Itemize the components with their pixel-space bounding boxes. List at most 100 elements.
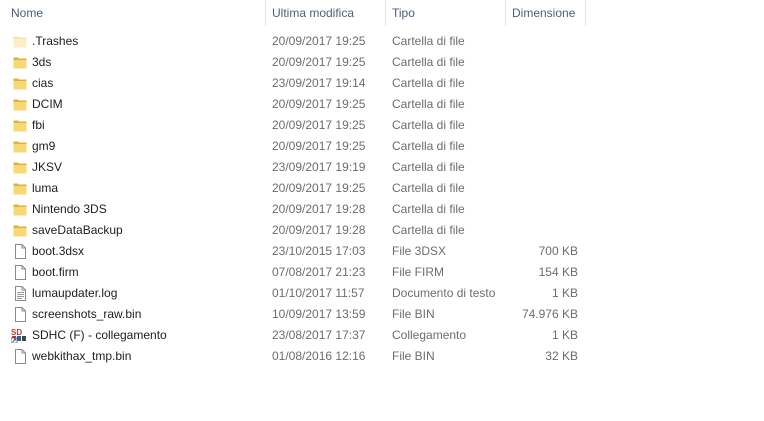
file-row[interactable]: DCIM 20/09/2017 19:25 Cartella di file — [0, 94, 586, 115]
file-size — [505, 157, 578, 178]
file-type: Collegamento — [392, 328, 467, 342]
file-modified-date: 20/09/2017 19:28 — [272, 202, 366, 216]
folder-icon — [13, 202, 27, 217]
file-name: fbi — [32, 118, 45, 132]
folder-light-icon — [13, 34, 27, 49]
file-name: cias — [32, 76, 54, 90]
file-type: Cartella di file — [392, 97, 465, 111]
file-modified-date: 23/09/2017 19:14 — [272, 76, 366, 90]
file-type: Cartella di file — [392, 34, 465, 48]
file-size — [505, 31, 578, 52]
file-modified-date: 23/10/2015 17:03 — [272, 244, 366, 258]
file-name: luma — [32, 181, 59, 195]
file-type: Cartella di file — [392, 55, 465, 69]
folder-icon — [13, 97, 27, 112]
file-list: .Trashes 20/09/2017 19:25 Cartella di file… — [0, 31, 600, 367]
file-explorer-details-view: Nome ^ Ultima modifica Tipo Dimensione .… — [0, 0, 764, 421]
column-header-type[interactable]: Tipo — [385, 0, 505, 26]
file-icon — [13, 244, 27, 259]
column-header-modified[interactable]: Ultima modifica — [265, 0, 385, 26]
file-name: gm9 — [32, 139, 56, 153]
file-size — [505, 94, 578, 115]
file-modified-date: 20/09/2017 19:25 — [272, 55, 366, 69]
column-header-row: Nome ^ Ultima modifica Tipo Dimensione — [0, 0, 586, 26]
file-name: DCIM — [32, 97, 63, 111]
text-file-icon — [13, 286, 27, 301]
file-modified-date: 20/09/2017 19:25 — [272, 97, 366, 111]
file-name: saveDataBackup — [32, 223, 123, 237]
file-name: webkithax_tmp.bin — [32, 349, 132, 363]
file-row[interactable]: lumaupdater.log 01/10/2017 11:57 Documento… — [0, 283, 586, 304]
file-type: File 3DSX — [392, 244, 447, 258]
file-icon — [13, 307, 27, 322]
file-type: Documento di testo — [392, 286, 496, 300]
file-size: 1 KB — [551, 328, 578, 342]
file-name: Nintendo 3DS — [32, 202, 107, 216]
file-size — [505, 115, 578, 136]
file-modified-date: 23/08/2017 17:37 — [272, 328, 366, 342]
file-row[interactable]: Nintendo 3DS 20/09/2017 19:28 Cartella di … — [0, 199, 586, 220]
file-row[interactable]: screenshots_raw.bin 10/09/2017 13:59 File … — [0, 304, 586, 325]
file-modified-date: 20/09/2017 19:25 — [272, 139, 366, 153]
file-size — [505, 220, 578, 241]
file-name: screenshots_raw.bin — [32, 307, 142, 321]
file-row[interactable]: .Trashes 20/09/2017 19:25 Cartella di file — [0, 31, 586, 52]
file-row[interactable]: saveDataBackup 20/09/2017 19:28 Cartella d… — [0, 220, 586, 241]
file-row[interactable]: boot.3dsx 23/10/2015 17:03 File 3DSX 700 KB — [0, 241, 586, 262]
file-modified-date: 01/10/2017 11:57 — [272, 286, 365, 300]
sort-ascending-icon: ^ — [135, 0, 140, 2]
file-row[interactable]: 3ds 20/09/2017 19:25 Cartella di file — [0, 52, 586, 73]
file-row[interactable]: webkithax_tmp.bin 01/08/2016 12:16 File BI… — [0, 346, 586, 367]
file-size: 154 KB — [538, 265, 578, 279]
file-row[interactable]: boot.firm 07/08/2017 21:23 File FIRM 154 KB — [0, 262, 586, 283]
file-type: Cartella di file — [392, 181, 465, 195]
file-name: boot.firm — [32, 265, 79, 279]
file-type: Cartella di file — [392, 118, 465, 132]
svg-text:SD: SD — [11, 328, 22, 337]
file-type: File BIN — [392, 349, 435, 363]
file-size — [505, 199, 578, 220]
file-type: File BIN — [392, 307, 435, 321]
file-modified-date: 20/09/2017 19:25 — [272, 118, 366, 132]
column-header-size[interactable]: Dimensione — [505, 0, 586, 26]
file-icon — [13, 265, 27, 280]
file-type: Cartella di file — [392, 202, 465, 216]
file-row[interactable]: gm9 20/09/2017 19:25 Cartella di file — [0, 136, 586, 157]
folder-icon — [13, 76, 27, 91]
file-size: 74.976 KB — [521, 307, 578, 321]
file-row[interactable]: cias 23/09/2017 19:14 Cartella di file — [0, 73, 586, 94]
column-header-name-label: Nome — [11, 6, 44, 20]
folder-icon — [13, 118, 27, 133]
file-size — [505, 178, 578, 199]
file-name: .Trashes — [32, 34, 79, 48]
file-modified-date: 01/08/2016 12:16 — [272, 349, 366, 363]
file-size: 1 KB — [551, 286, 578, 300]
column-header-modified-label: Ultima modifica — [272, 6, 355, 20]
folder-icon — [13, 55, 27, 70]
file-modified-date: 23/09/2017 19:19 — [272, 160, 366, 174]
column-header-size-label: Dimensione — [512, 6, 576, 20]
file-row[interactable]: luma 20/09/2017 19:25 Cartella di file — [0, 178, 586, 199]
file-row[interactable]: fbi 20/09/2017 19:25 Cartella di file — [0, 115, 586, 136]
file-type: Cartella di file — [392, 139, 465, 153]
file-modified-date: 20/09/2017 19:28 — [272, 223, 366, 237]
folder-icon — [13, 139, 27, 154]
file-row[interactable]: JKSV 23/09/2017 19:19 Cartella di file — [0, 157, 586, 178]
column-header-type-label: Tipo — [392, 6, 415, 20]
file-name: SDHC (F) - collegamento — [32, 328, 167, 342]
folder-icon — [13, 223, 27, 238]
file-size — [505, 73, 578, 94]
file-size: 32 KB — [545, 349, 578, 363]
file-row[interactable]: SD SDHC (F) - collegamento 23/08/2017 17:3… — [0, 325, 586, 346]
column-header-name[interactable]: Nome ^ — [5, 0, 265, 26]
folder-icon — [13, 181, 27, 196]
file-name: lumaupdater.log — [32, 286, 118, 300]
file-modified-date: 10/09/2017 13:59 — [272, 307, 366, 321]
file-icon — [13, 349, 27, 364]
file-name: JKSV — [32, 160, 63, 174]
file-modified-date: 20/09/2017 19:25 — [272, 34, 366, 48]
file-name: 3ds — [32, 55, 52, 69]
sd-card-shortcut-icon: SD — [11, 328, 27, 343]
file-size — [505, 136, 578, 157]
file-name: boot.3dsx — [32, 244, 85, 258]
